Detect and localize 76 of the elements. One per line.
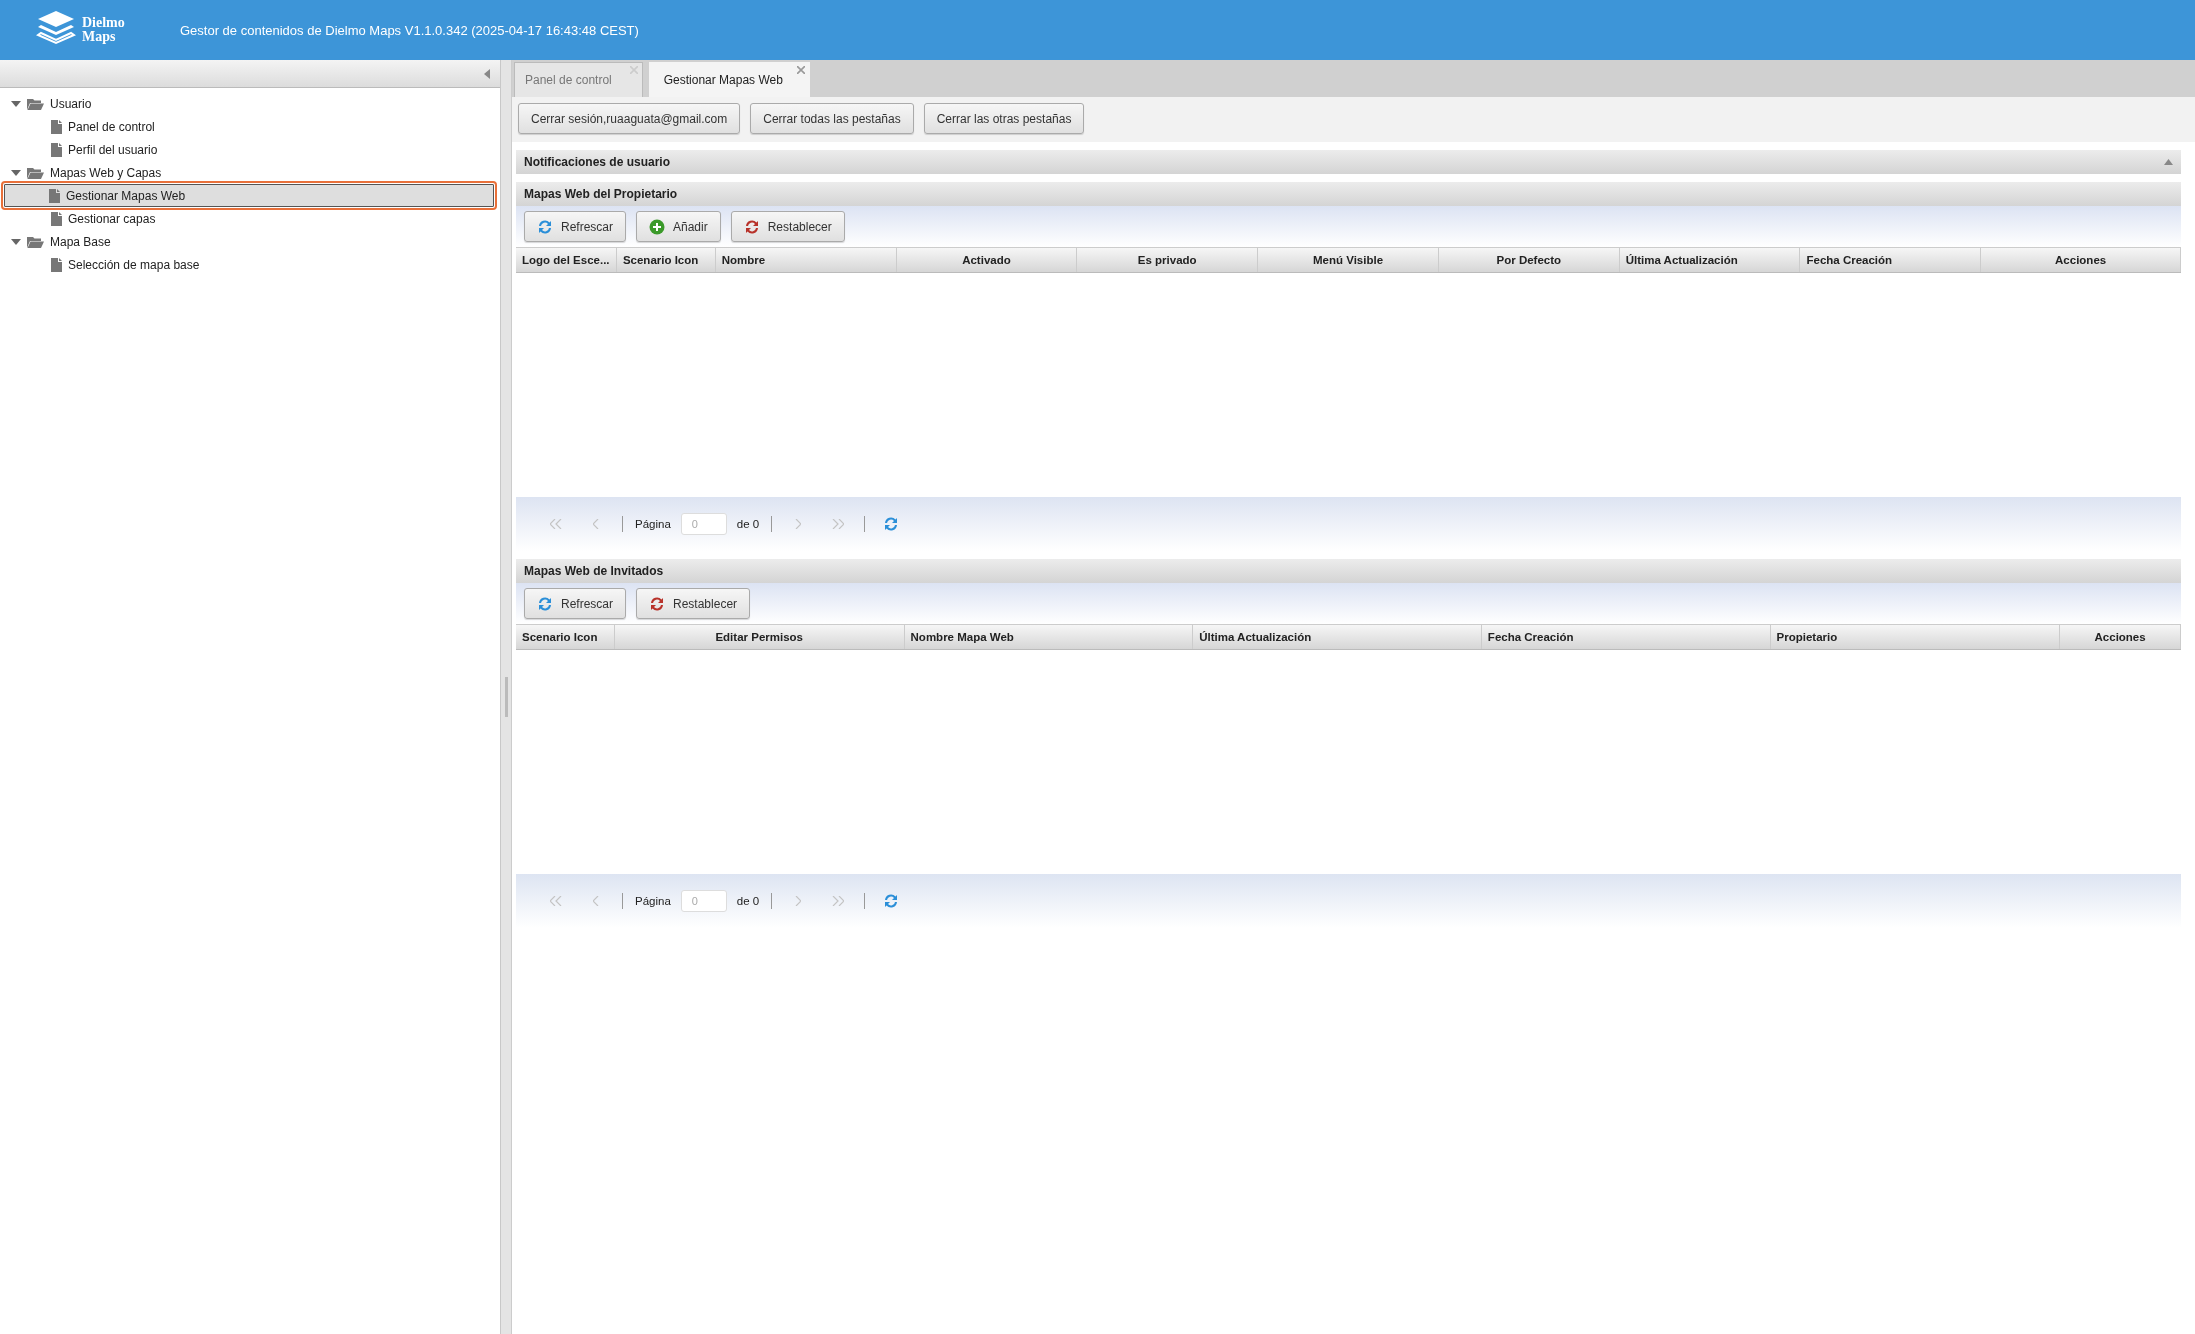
collapse-icon[interactable] <box>484 68 490 79</box>
column-header[interactable]: Fecha Creación <box>1800 248 1982 272</box>
toolbar-button[interactable]: Restablecer <box>730 211 845 242</box>
close-icon[interactable] <box>629 66 638 74</box>
refresh-icon <box>537 595 553 612</box>
folder-icon <box>27 235 44 248</box>
last-page-icon[interactable] <box>832 519 845 529</box>
column-header[interactable]: Scenario Icon <box>516 625 615 649</box>
tab[interactable]: Panel de control <box>514 62 643 97</box>
last-page-icon[interactable] <box>832 896 845 906</box>
tree-item[interactable]: Gestionar Mapas Web <box>4 184 494 207</box>
column-header[interactable]: Última Actualización <box>1193 625 1482 649</box>
file-icon <box>51 142 62 157</box>
tree-item[interactable]: Perfil del usuario <box>0 138 500 161</box>
session-button[interactable]: Cerrar sesión,ruaaguata@gmail.com <box>518 103 741 134</box>
app-title: Gestor de contenidos de Dielmo Maps V1.1.0.342 (2025-04-17 16:43:48 CEST) <box>180 22 639 38</box>
folder-icon <box>27 97 44 110</box>
toolbar-button[interactable]: Añadir <box>636 211 721 242</box>
session-button[interactable]: Cerrar todas las pestañas <box>750 103 914 134</box>
toolbar-button[interactable]: Restablecer <box>636 588 751 619</box>
file-icon <box>51 211 62 226</box>
panel-header[interactable]: Notificaciones de usuario <box>516 150 2181 174</box>
expand-caret-icon[interactable] <box>11 237 21 246</box>
column-header[interactable]: Logo del Esce... <box>516 248 617 272</box>
panel-title: Notificaciones de usuario <box>524 155 671 169</box>
previous-page-icon[interactable] <box>593 896 599 906</box>
close-icon[interactable] <box>796 66 805 74</box>
refresh-icon <box>883 893 900 909</box>
toolbar-button[interactable]: Refrescar <box>524 211 626 242</box>
reset-icon <box>743 218 760 235</box>
column-header[interactable]: Nombre Mapa Web <box>904 625 1194 649</box>
column-header[interactable]: Editar Permisos <box>614 625 905 649</box>
column-header[interactable]: Propietario <box>1770 625 2061 649</box>
splitter-handle[interactable] <box>504 677 508 717</box>
expand-caret-icon[interactable] <box>11 99 21 108</box>
folder-icon <box>27 166 44 179</box>
tree-folder[interactable]: Mapa Base <box>0 230 500 253</box>
tree-item[interactable]: Panel de control <box>0 115 500 138</box>
file-icon <box>51 257 62 272</box>
page-label: Página <box>635 518 671 530</box>
add-icon <box>649 218 665 235</box>
column-header[interactable]: Menú Visible <box>1258 248 1439 272</box>
tab[interactable]: Gestionar Mapas Web <box>648 62 810 97</box>
column-header[interactable]: Activado <box>896 248 1078 272</box>
file-icon <box>49 188 60 203</box>
session-button[interactable]: Cerrar las otras pestañas <box>923 103 1085 134</box>
next-page-icon[interactable] <box>795 896 802 906</box>
column-header[interactable]: Acciones <box>2060 625 2182 649</box>
tree-folder[interactable]: Usuario <box>0 92 500 115</box>
reset-icon <box>649 595 665 612</box>
column-header[interactable]: Nombre <box>715 248 897 272</box>
column-header[interactable]: Por Defecto <box>1438 248 1620 272</box>
column-header[interactable]: Fecha Creación <box>1481 625 1771 649</box>
tree-item[interactable]: Gestionar capas <box>0 207 500 230</box>
expand-caret-icon[interactable] <box>11 168 21 177</box>
column-header[interactable]: Scenario Icon <box>616 248 716 272</box>
refresh-icon <box>883 516 900 532</box>
page-count: de 0 <box>736 518 760 530</box>
next-page-icon[interactable] <box>795 519 802 529</box>
tree-folder[interactable]: Mapas Web y Capas <box>0 161 500 184</box>
logo-text: Dielmo Maps <box>82 16 126 44</box>
expand-caret-icon[interactable] <box>2164 159 2173 165</box>
panel-title: Mapas Web de Invitados <box>524 564 664 578</box>
page-label: Página <box>635 895 671 907</box>
column-header[interactable]: Acciones <box>1981 248 2181 272</box>
panel-title: Mapas Web del Propietario <box>524 187 678 201</box>
page-count: de 0 <box>736 895 760 907</box>
toolbar-button[interactable]: Refrescar <box>524 588 626 619</box>
refresh-icon <box>537 218 553 235</box>
first-page-icon[interactable] <box>550 519 562 529</box>
previous-page-icon[interactable] <box>593 519 599 529</box>
column-header[interactable]: Última Actualización <box>1619 248 1801 272</box>
tree-item[interactable]: Selección de mapa base <box>0 253 500 276</box>
column-header[interactable]: Es privado <box>1077 248 1259 272</box>
first-page-icon[interactable] <box>550 896 562 906</box>
file-icon <box>51 119 62 134</box>
